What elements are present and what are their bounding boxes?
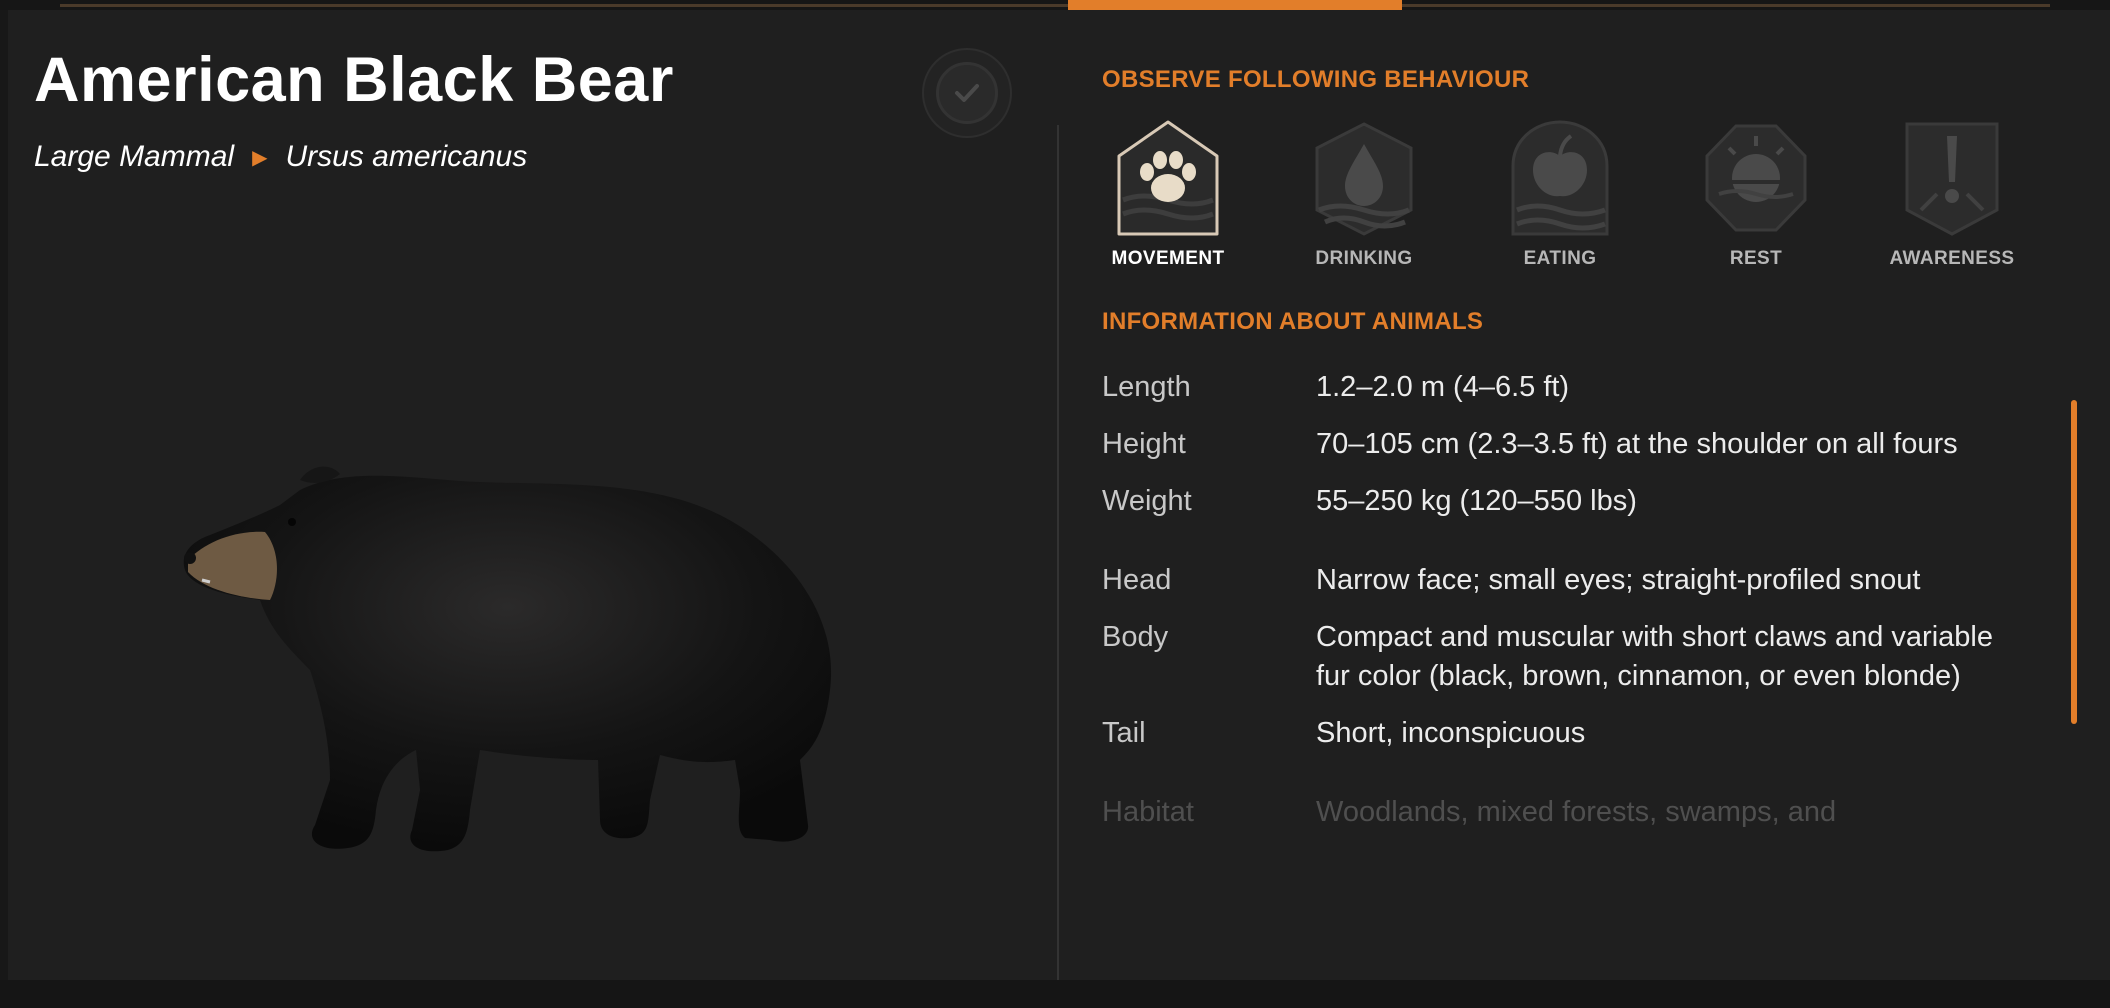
active-tab-indicator[interactable] bbox=[1068, 0, 1402, 10]
info-row-tail: Tail Short, inconspicuous bbox=[1102, 714, 2032, 753]
behaviour-eating[interactable]: EATING bbox=[1475, 118, 1645, 270]
info-heading: INFORMATION ABOUT ANIMALS bbox=[1102, 308, 1484, 335]
info-row-length: Length 1.2–2.0 m (4–6.5 ft) bbox=[1102, 368, 2032, 407]
info-row-habitat: Habitat Woodlands, mixed forests, swamps… bbox=[1102, 793, 2032, 832]
behaviour-movement[interactable]: MOVEMENT bbox=[1083, 118, 1253, 270]
info-value: 70–105 cm (2.3–3.5 ft) at the shoulder o… bbox=[1316, 428, 1958, 460]
info-value: 1.2–2.0 m (4–6.5 ft) bbox=[1316, 371, 1570, 403]
water-drop-icon bbox=[1315, 122, 1413, 236]
behaviour-label: REST bbox=[1729, 248, 1783, 269]
info-list: Length 1.2–2.0 m (4–6.5 ft) Height 70–10… bbox=[1102, 368, 2032, 850]
info-key: Tail bbox=[1102, 717, 1146, 749]
info-value: 55–250 kg (120–550 lbs) bbox=[1316, 485, 1637, 517]
tab-track bbox=[60, 4, 2050, 7]
behaviour-drinking[interactable]: DRINKING bbox=[1279, 118, 1449, 270]
info-key: Habitat bbox=[1102, 796, 1194, 828]
completion-check-badge[interactable] bbox=[922, 48, 1012, 138]
info-key: Head bbox=[1102, 564, 1172, 596]
info-key: Height bbox=[1102, 428, 1186, 460]
info-row-height: Height 70–105 cm (2.3–3.5 ft) at the sho… bbox=[1102, 425, 2032, 464]
left-edge bbox=[0, 0, 8, 1008]
info-value: Compact and muscular with short claws an… bbox=[1316, 621, 1993, 692]
scrollbar-thumb[interactable] bbox=[2071, 400, 2077, 724]
breadcrumb-arrow-icon: ▶ bbox=[252, 146, 268, 169]
bottom-bar bbox=[0, 980, 2110, 1008]
breadcrumb-species: Ursus americanus bbox=[285, 140, 528, 173]
behaviour-label: MOVEMENT bbox=[1111, 248, 1225, 269]
panel-divider bbox=[1057, 125, 1059, 980]
behaviour-label: AWARENESS bbox=[1889, 248, 2015, 269]
behaviour-label: DRINKING bbox=[1315, 248, 1413, 269]
behaviour-heading: OBSERVE FOLLOWING BEHAVIOUR bbox=[1102, 66, 1530, 93]
breadcrumb-category: Large Mammal bbox=[34, 140, 235, 173]
tab-indicator-bar bbox=[0, 0, 2110, 10]
apple-icon bbox=[1511, 120, 1609, 236]
info-key: Length bbox=[1102, 371, 1191, 403]
behaviour-awareness[interactable]: AWARENESS bbox=[1867, 118, 2037, 270]
check-icon bbox=[936, 62, 998, 124]
info-value: Woodlands, mixed forests, swamps, and bbox=[1316, 796, 1837, 828]
behaviour-label: EATING bbox=[1523, 248, 1597, 269]
exclamation-icon bbox=[1905, 122, 1999, 236]
info-row-body: Body Compact and muscular with short cla… bbox=[1102, 618, 2032, 696]
page-title: American Black Bear bbox=[34, 45, 674, 115]
behaviour-rest[interactable]: REST bbox=[1671, 118, 1841, 270]
info-key: Body bbox=[1102, 621, 1169, 653]
info-row-weight: Weight 55–250 kg (120–550 lbs) bbox=[1102, 482, 2032, 521]
info-row-head: Head Narrow face; small eyes; straight-p… bbox=[1102, 561, 2032, 600]
paw-icon bbox=[1117, 120, 1219, 236]
info-value: Short, inconspicuous bbox=[1316, 717, 1586, 749]
bear-model-image bbox=[183, 466, 832, 852]
info-value: Narrow face; small eyes; straight-profil… bbox=[1316, 564, 1921, 596]
breadcrumb: Large Mammal ▶ Ursus americanus bbox=[34, 140, 527, 174]
info-key: Weight bbox=[1102, 485, 1192, 517]
sun-icon bbox=[1705, 124, 1807, 232]
